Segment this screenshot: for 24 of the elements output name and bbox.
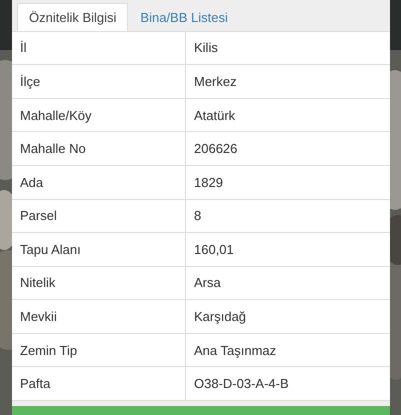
table-cell: 8 [185, 200, 390, 232]
table-cell-text: Parsel [19, 207, 58, 226]
table-cell: Kilis [185, 32, 390, 64]
table-cell: O38-D-03-A-4-B [185, 367, 390, 400]
table-cell: 160,01 [185, 233, 390, 266]
table-cell-text: Nitelik [19, 274, 56, 292]
table-cell: Karşıdağ [185, 300, 390, 333]
table-cell-text: Mahalle No [19, 140, 87, 158]
tab[interactable]: Öznitelik Bilgisi [17, 3, 128, 31]
table-cell-text: Mevkii [19, 308, 58, 326]
table-cell-text: İl [19, 39, 28, 58]
table-cell-text: Mahalle/Köy [19, 106, 93, 125]
table-cell: Arsa [185, 266, 390, 300]
table-cell: Ana Taşınmaz [185, 334, 390, 366]
table-cell-text: Ada [19, 174, 44, 192]
table-cell: Merkez [185, 65, 390, 98]
table-cell-text: Zemin Tip [19, 342, 78, 360]
table-cell-text: İlçe [19, 72, 42, 91]
table-cell: 206626 [185, 132, 390, 165]
table-cell-text: Pafta [19, 375, 52, 394]
tab[interactable]: Bina/BB Listesi [128, 3, 240, 31]
table-cell: Atatürk [185, 98, 390, 132]
table-cell-text: Tapu Alanı [19, 240, 82, 259]
table-cell: 1829 [185, 166, 390, 198]
